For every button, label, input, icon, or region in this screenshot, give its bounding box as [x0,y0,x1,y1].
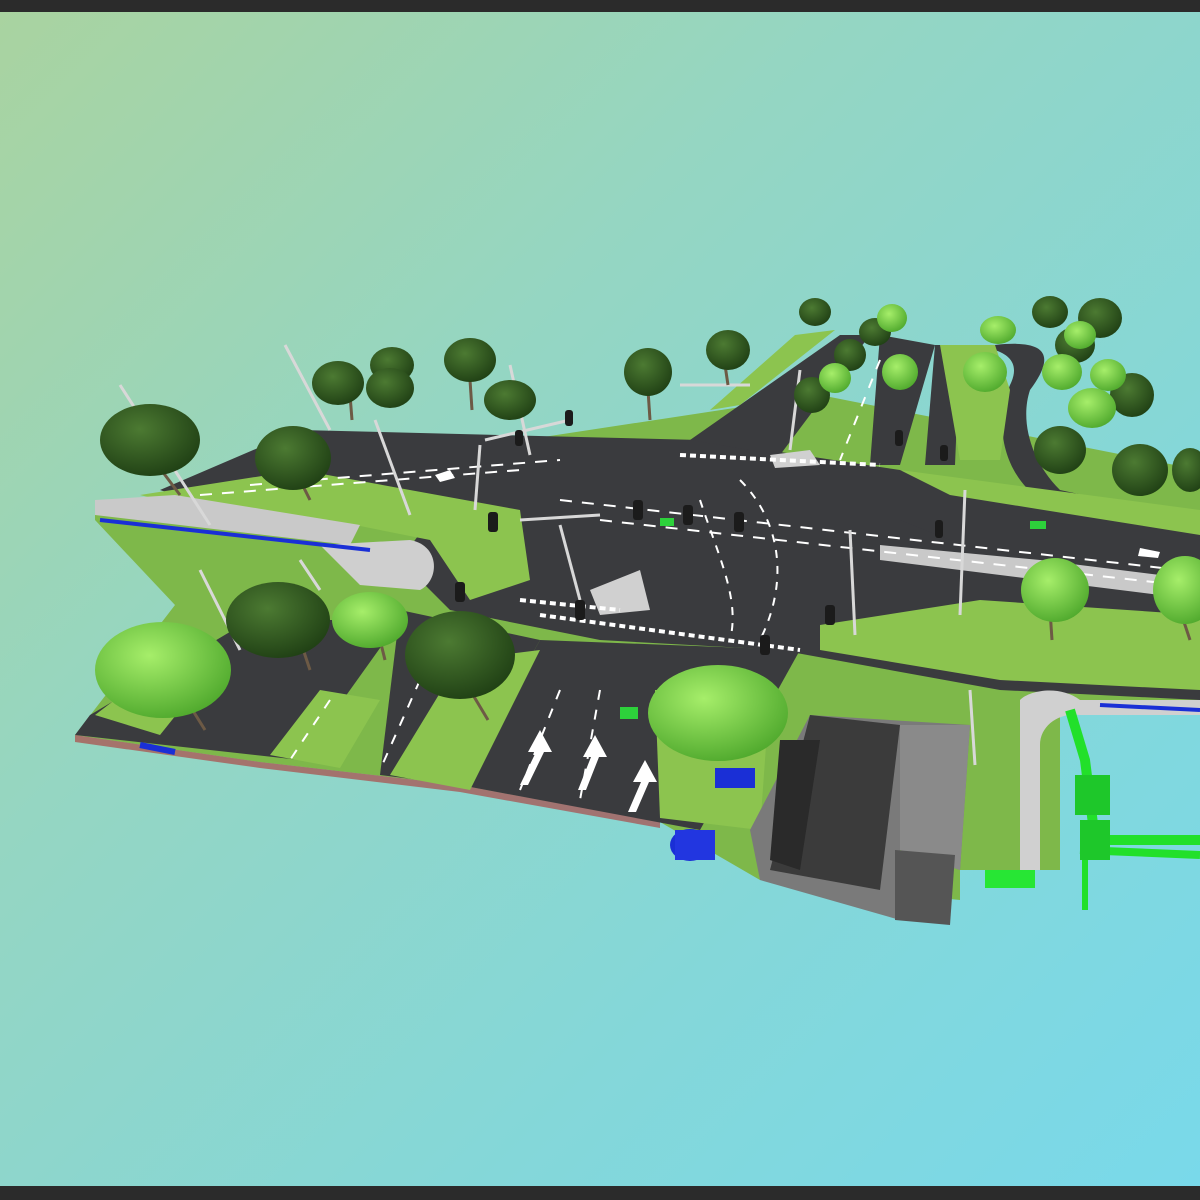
intersection-3d-model[interactable] [0,12,1200,1186]
bottom-frame-bar [0,1186,1200,1200]
3d-viewport[interactable] [0,12,1200,1186]
tunnel-icon [750,715,970,925]
top-frame-bar [0,0,1200,12]
